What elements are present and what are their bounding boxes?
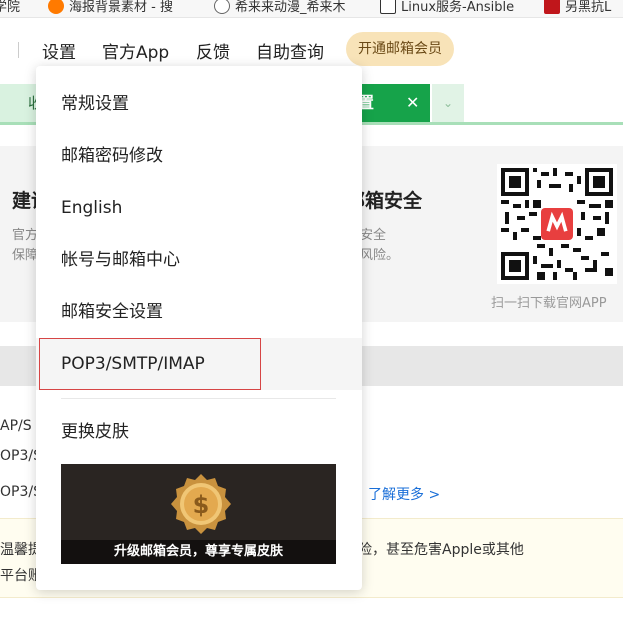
nav-settings[interactable]: 设置 (42, 38, 76, 63)
close-icon[interactable]: ✕ (406, 84, 419, 122)
nav-self-service[interactable]: 自助查询 (256, 38, 324, 63)
skin-caption: 升级邮箱会员，尊享专属皮肤 (61, 540, 336, 564)
highlight-box (39, 338, 261, 390)
settings-dropdown-menu: 常规设置 邮箱密码修改 English 帐号与邮箱中心 邮箱安全设置 POP3/… (36, 66, 362, 590)
globe-icon (214, 0, 230, 14)
qr-caption: 扫一扫下载官网APP (491, 296, 607, 311)
banner-sub-right-1: 安全 (360, 228, 387, 243)
coin-icon: $ (171, 474, 231, 534)
brand-icon (544, 0, 560, 14)
menu-item-general-settings[interactable]: 常规设置 (36, 78, 362, 130)
nav-feedback[interactable]: 反馈 (196, 38, 230, 63)
vip-upgrade-button[interactable]: 开通邮箱会员 (346, 32, 454, 66)
chevron-down-icon[interactable]: ⌄ (432, 84, 464, 122)
learn-more-link[interactable]: 了解更多 > (368, 484, 440, 504)
svg-text:$: $ (193, 491, 210, 519)
bookmarks-bar: 学院 海报背景素材 - 搜 希来来动漫_希来木 Linux服务-Ansible … (0, 0, 623, 18)
nav-divider (18, 42, 19, 58)
banner-sub-left-2: 保障 (12, 248, 39, 263)
menu-item-account-center[interactable]: 帐号与邮箱中心 (36, 234, 362, 286)
menu-item-security-settings[interactable]: 邮箱安全设置 (36, 286, 362, 338)
nav-official-app[interactable]: 官方App (102, 38, 169, 63)
menu-divider (61, 398, 336, 399)
menu-item-change-password[interactable]: 邮箱密码修改 (36, 130, 362, 182)
menu-item-english[interactable]: English (36, 182, 362, 234)
mail-app-page: 学院 海报背景素材 - 搜 希来来动漫_希来木 Linux服务-Ansible … (0, 0, 623, 625)
notice-line-1-right: 风险，甚至危害Apple或其他 (344, 542, 524, 558)
menu-item-change-skin[interactable]: 更换皮肤 (36, 406, 362, 458)
bookmark-4[interactable]: Linux服务-Ansible (380, 0, 514, 15)
poster-site-icon (48, 0, 64, 14)
banner-sub-right-2: 风险。 (360, 248, 400, 263)
setting-row-imap: AP/S (0, 418, 32, 434)
bookmark-5[interactable]: 另黑抗L (544, 0, 611, 15)
qr-code (497, 164, 617, 284)
bookmark-2[interactable]: 海报背景素材 - 搜 (48, 0, 173, 15)
bookmark-3[interactable]: 希来来动漫_希来木 (214, 0, 346, 15)
bookmark-1[interactable]: 学院 (0, 0, 20, 15)
banner-sub-left-1: 官方 (12, 228, 39, 243)
cloud-icon (380, 0, 396, 14)
qr-code-image (501, 168, 613, 280)
skin-promo-card[interactable]: $ 升级邮箱会员，尊享专属皮肤 (61, 464, 336, 564)
